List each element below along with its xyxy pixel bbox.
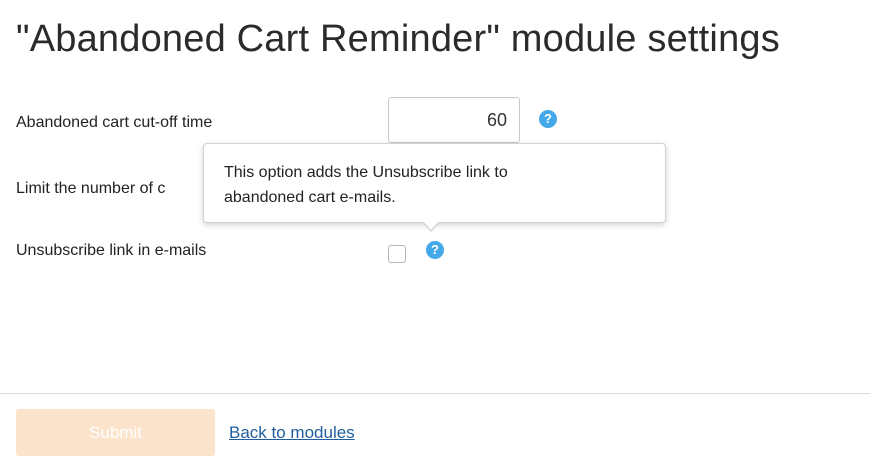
submit-button[interactable]: Submit [16,409,215,456]
tooltip-text-line: This option adds the Unsubscribe link to [224,164,508,181]
help-tooltip: This option adds the Unsubscribe link to… [203,143,666,223]
tooltip-arrow-fill [423,221,439,230]
back-to-modules-link[interactable]: Back to modules [229,423,355,443]
question-circle-icon[interactable]: ? [539,110,557,128]
unsubscribe-link-label: Unsubscribe link in e-mails [16,242,207,259]
unsubscribe-link-checkbox[interactable] [388,245,406,263]
tooltip-text-line: abandoned cart e-mails. [224,189,396,206]
limit-number-label: Limit the number of c [16,180,166,197]
cutoff-time-input[interactable] [388,97,520,143]
cutoff-time-label: Abandoned cart cut-off time [16,114,213,131]
module-settings-page: "Abandoned Cart Reminder" module setting… [0,0,870,474]
footer-divider [0,393,870,394]
question-circle-icon[interactable]: ? [426,241,444,259]
page-title: "Abandoned Cart Reminder" module setting… [16,18,780,60]
